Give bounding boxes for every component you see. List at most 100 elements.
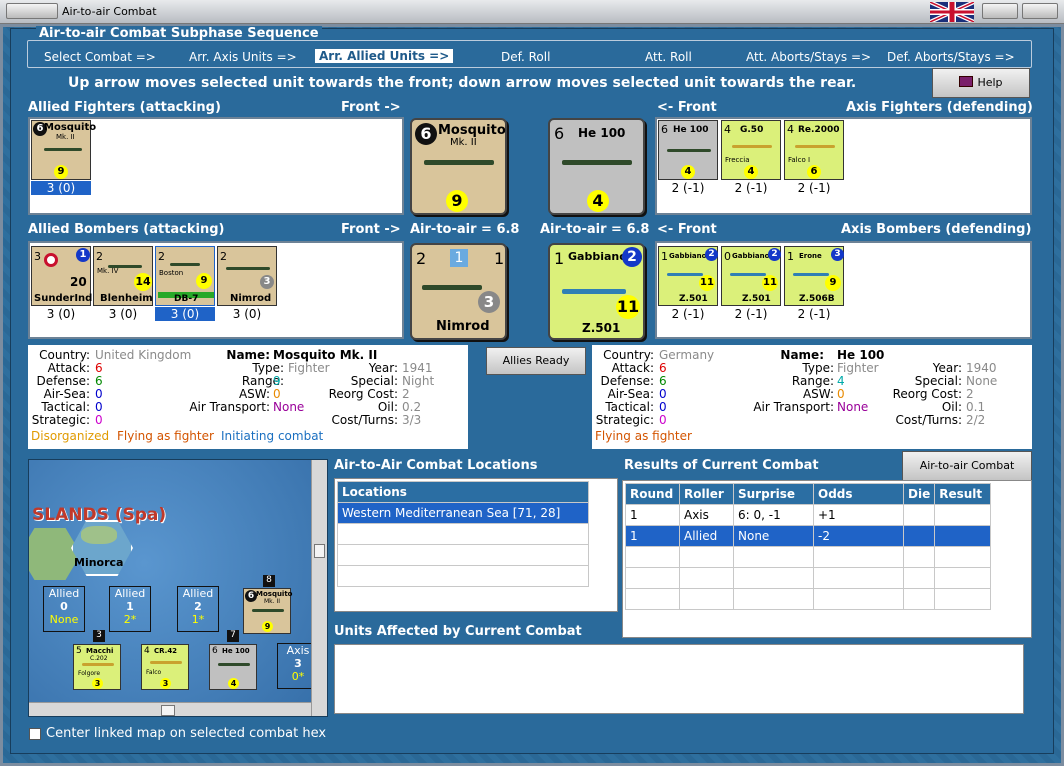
status-initiating: Initiating combat (221, 429, 324, 443)
unit-counter-blenheim[interactable]: 2 Mk. IV 14 Blenheim (93, 246, 153, 306)
plane-icon (795, 145, 835, 148)
stack-box-allied-0[interactable]: Allied 0 None (43, 586, 85, 632)
col-surprise: Surprise (733, 483, 814, 505)
unit-counter-erone[interactable]: 1 Erone 3 9 Z.506B (784, 246, 844, 306)
system-menu-button[interactable] (6, 3, 58, 19)
unit-strength: 3 (0) (108, 307, 138, 321)
step-def-aborts[interactable]: Def. Aborts/Stays => (887, 50, 1015, 64)
unit-strength: 2 (-1) (734, 181, 768, 195)
plane-icon (424, 160, 494, 165)
unit-counter-he100[interactable]: 6 He 100 4 (658, 120, 718, 180)
plane-icon (218, 663, 250, 666)
plane-icon (730, 273, 766, 276)
plane-icon (667, 273, 703, 276)
sequence-title: Air-to-air Combat Subphase Sequence (36, 26, 322, 41)
col-die: Die (902, 483, 936, 505)
stack-box-allied-1[interactable]: Allied 1 2* (109, 586, 151, 632)
affected-units-list[interactable] (334, 644, 1024, 714)
air-to-air-axis: Air-to-air = 6.8 (540, 222, 650, 237)
map-horizontal-scrollbar[interactable] (29, 702, 311, 716)
instructions: Up arrow moves selected unit towards the… (68, 75, 857, 91)
unit-counter-gabbiano-2[interactable]: 0 Gabbiano 2 11 Z.501 (721, 246, 781, 306)
minorca-island (81, 526, 117, 544)
unit-counter-db7[interactable]: 2 Boston 9 DB-7 (155, 246, 215, 306)
location-row[interactable]: Western Mediterranean Sea [71, 28] (337, 502, 589, 524)
table-row[interactable]: 1 Allied None -2 (625, 525, 991, 547)
scrollbar-thumb[interactable] (161, 705, 175, 716)
plane-icon (150, 661, 182, 664)
plane-icon (108, 265, 142, 268)
unit-counter-sunderland[interactable]: 3 1 20 SunderInd (31, 246, 92, 306)
plane-icon (422, 285, 482, 290)
status-disorganized: Disorganized (31, 429, 110, 443)
help-book-icon (959, 76, 974, 87)
close-button[interactable] (1022, 3, 1058, 19)
map-region-label: SLANDS (Spa) (32, 505, 167, 525)
map-vertical-scrollbar[interactable] (311, 460, 327, 716)
center-map-label: Center linked map on selected combat hex (46, 726, 327, 741)
big-card-axis-fighter[interactable]: 6 He 100 4 (548, 118, 645, 215)
step-arr-axis-units[interactable]: Arr. Axis Units => (189, 50, 297, 64)
step-def-roll[interactable]: Def. Roll (501, 50, 550, 64)
allied-info-text: Country: United Kingdom Name: Mosquito M… (31, 348, 435, 443)
table-row[interactable]: 1 Axis 6: 0, -1 +1 (625, 504, 991, 526)
locations-list[interactable]: Locations Western Mediterranean Sea [71,… (334, 478, 618, 612)
unit-counter-g50[interactable]: 4 G.50 Freccia 4 (721, 120, 781, 180)
raf-roundel-icon (44, 253, 58, 267)
stack-count: 7 (227, 630, 239, 642)
results-title: Results of Current Combat (624, 458, 819, 473)
big-card-allied-bomber[interactable]: 2 1 1 3 Nimrod (410, 243, 507, 340)
linked-map[interactable]: SLANDS (Spa) Minorca Allied 0 None Allied 1… (28, 459, 328, 717)
allied-fighters-title: Allied Fighters (attacking) (28, 100, 221, 115)
plane-icon (667, 149, 711, 152)
unit-counter-re2000[interactable]: 4 Re.2000 Falco I 6 (784, 120, 844, 180)
stack-box-allied-2[interactable]: Allied 2 1* (177, 586, 219, 632)
unit-strength: 3 (0) (232, 307, 262, 321)
plane-icon (226, 267, 270, 270)
window-title: Air-to-air Combat (62, 5, 157, 18)
results-table-container: Round Roller Surprise Odds Die Result 1A… (622, 480, 1032, 638)
big-card-axis-bomber[interactable]: 1 Gabbiano 2 11 Z.501 (548, 243, 645, 340)
help-button[interactable]: Help (932, 68, 1030, 98)
unit-strength: 2 (-1) (671, 181, 705, 195)
step-att-roll[interactable]: Att. Roll (645, 50, 692, 64)
locations-header: Locations (337, 481, 589, 503)
plane-icon (170, 263, 200, 266)
plane-icon (44, 148, 82, 151)
unit-strength: 3 (0) (46, 307, 76, 321)
plane-icon (252, 609, 284, 612)
axis-bombers-front: <- Front (657, 222, 717, 237)
map-counter-he100[interactable]: 6 He 100 4 (209, 644, 257, 690)
step-arr-allied-units[interactable]: Arr. Allied Units => (314, 48, 455, 64)
combat-chart-button[interactable]: Air-to-air Combat Chart (902, 451, 1032, 500)
center-map-checkbox[interactable] (29, 728, 41, 740)
scrollbar-thumb[interactable] (314, 544, 325, 558)
col-result: Result (934, 483, 991, 505)
map-counter-macchi[interactable]: 5 Macchi C.202 Folgore 3 (73, 644, 121, 690)
air-to-air-allied: Air-to-air = 6.8 (410, 222, 520, 237)
unit-counter-gabbiano-1[interactable]: 1 Gabbiano 2 11 Z.501 (658, 246, 718, 306)
uk-flag-icon[interactable] (929, 0, 975, 24)
plane-icon (82, 663, 114, 666)
step-select-combat[interactable]: Select Combat => (44, 50, 156, 64)
big-card-allied-fighter[interactable]: 6 Mosquito Mk. II 9 (410, 118, 507, 215)
unit-strength: 2 (-1) (797, 181, 831, 195)
map-counter-mosquito[interactable]: 6 Mosquito Mk. II 9 (243, 588, 293, 634)
unit-counter-nimrod[interactable]: 2 3 Nimrod (217, 246, 277, 306)
stack-count: 8 (263, 575, 275, 587)
plane-icon (732, 145, 772, 148)
allies-ready-button[interactable]: Allies Ready (486, 347, 586, 375)
unit-strength: 2 (-1) (797, 307, 831, 321)
minimize-button[interactable] (982, 3, 1018, 19)
step-att-aborts[interactable]: Att. Aborts/Stays => (746, 50, 871, 64)
map-counter-cr42[interactable]: 4 CR.42 Falco 3 (141, 644, 189, 690)
col-roller: Roller (679, 483, 734, 505)
unit-counter-mosquito[interactable]: 6 Mosquito Mk. II 9 (31, 120, 96, 180)
title-bar: Air-to-air Combat (0, 0, 1064, 24)
status-flying: Flying as fighter (117, 429, 214, 443)
allied-fighters-front: Front -> (341, 100, 401, 115)
unit-strength: 2 (-1) (671, 307, 705, 321)
axis-fighters-front: <- Front (657, 100, 717, 115)
allied-bombers-front: Front -> (341, 222, 401, 237)
col-round: Round (625, 483, 680, 505)
